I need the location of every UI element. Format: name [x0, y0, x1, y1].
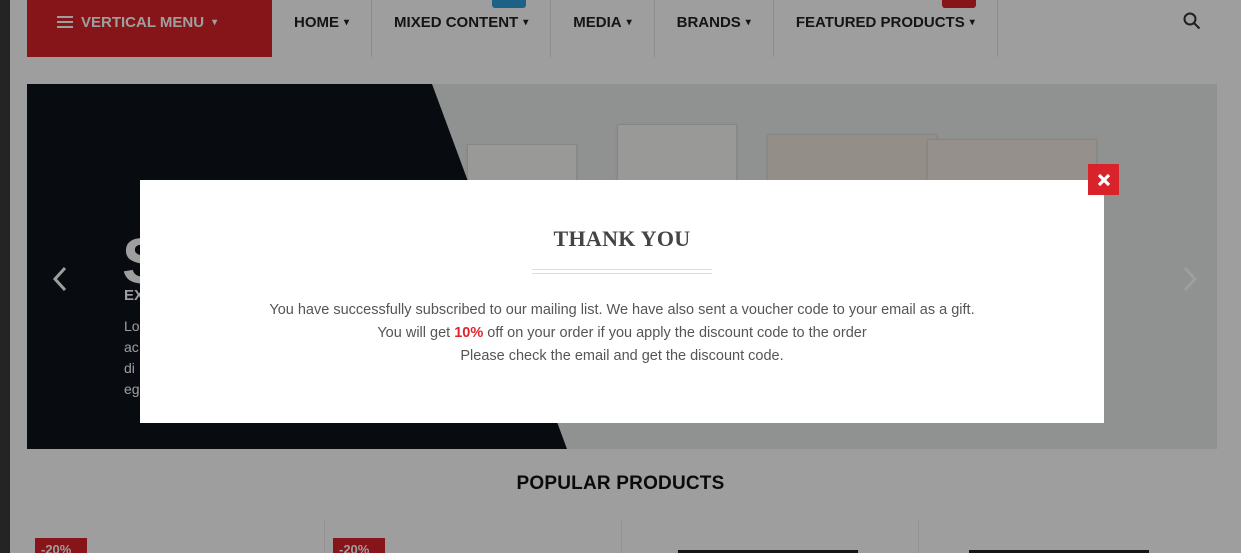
discount-percent: 10%: [454, 325, 484, 341]
message-line-1: You have successfully subscribed to our …: [269, 302, 975, 318]
modal-close-button[interactable]: [1088, 164, 1119, 195]
message-line-2: You will get 10% off on your order if yo…: [140, 322, 1104, 345]
message-text: You will get: [377, 325, 455, 341]
modal-title: THANK YOU: [553, 226, 691, 251]
thank-you-modal: THANK YOU You have successfully subscrib…: [140, 180, 1104, 423]
message-text: off on your order if you apply the disco…: [483, 325, 867, 341]
modal-message: You have successfully subscribed to our …: [140, 299, 1104, 368]
message-line-3: Please check the email and get the disco…: [460, 348, 784, 364]
title-divider: [532, 269, 712, 274]
close-icon: [1097, 173, 1110, 186]
